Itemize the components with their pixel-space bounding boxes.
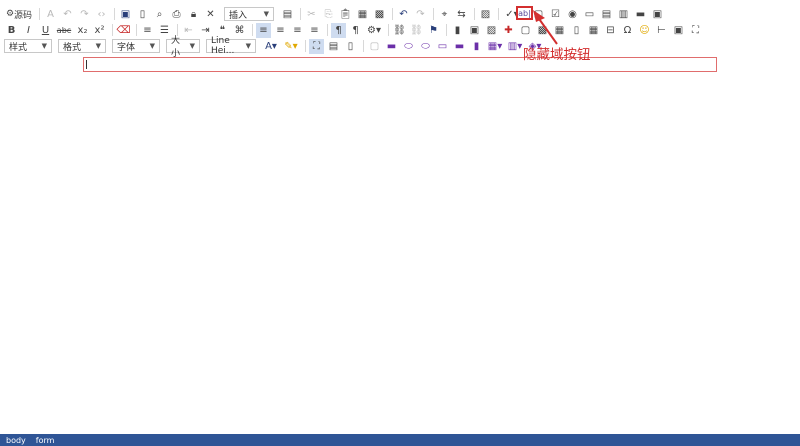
annotation-arrow xyxy=(533,10,558,45)
path-item-form[interactable]: form xyxy=(36,436,55,445)
path-item-body[interactable]: body xyxy=(6,436,26,445)
annotation-label: 隐藏域按钮 xyxy=(523,47,591,63)
statusbar: body form xyxy=(0,434,800,446)
